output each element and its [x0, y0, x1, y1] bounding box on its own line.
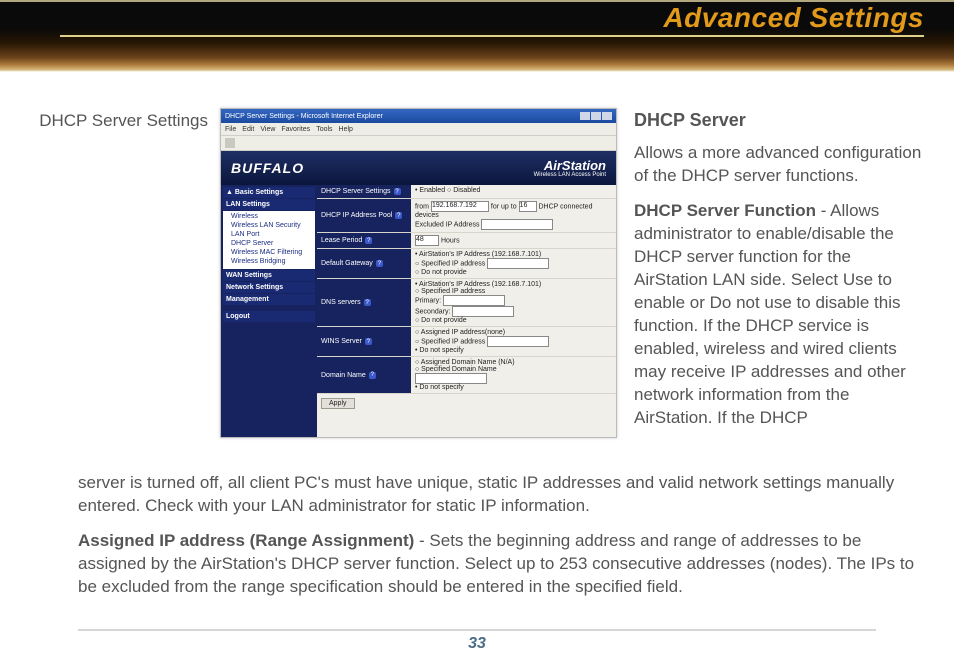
- max-icon[interactable]: [591, 112, 601, 120]
- close-icon[interactable]: [602, 112, 612, 120]
- window-titlebar: DHCP Server Settings - Microsoft Interne…: [221, 109, 616, 123]
- brand-logo: BUFFALO: [231, 160, 304, 176]
- wins-ip-input[interactable]: [487, 336, 549, 347]
- help-icon[interactable]: ?: [365, 237, 372, 244]
- paragraph-intro: Allows a more advanced con­figuration of…: [634, 142, 926, 188]
- row-wins-value[interactable]: ○ Assigned IP address(none) ○ Specified …: [411, 327, 616, 356]
- sidebar-basic[interactable]: ▲ Basic Settings: [223, 187, 315, 198]
- menubar: File Edit View Favorites Tools Help: [221, 123, 616, 136]
- help-icon[interactable]: ?: [365, 338, 372, 345]
- help-icon[interactable]: ?: [376, 260, 383, 267]
- menu-view[interactable]: View: [260, 126, 275, 133]
- row-pool-label: DHCP IP Address Pool?: [317, 199, 411, 232]
- dns-secondary-input[interactable]: [452, 306, 514, 317]
- product-sub: Wireless LAN Access Point: [534, 172, 606, 178]
- help-icon[interactable]: ?: [394, 188, 401, 195]
- row-lease-label: Lease Period?: [317, 233, 411, 248]
- toolbar-icon[interactable]: [225, 138, 235, 148]
- footer-rule: [78, 629, 876, 631]
- menu-tools[interactable]: Tools: [316, 126, 332, 133]
- row-lease-value: 48 Hours: [411, 233, 616, 248]
- app-body: ▲ Basic Settings LAN Settings Wireless W…: [221, 185, 616, 438]
- footer: 33: [0, 629, 954, 653]
- domain-input[interactable]: [415, 373, 487, 384]
- sidebar-item-dhcp-server[interactable]: DHCP Server: [223, 239, 315, 248]
- sidebar-wan-header[interactable]: WAN Settings: [223, 270, 315, 281]
- sidebar-item-wireless-bridging[interactable]: Wireless Bridging: [223, 257, 315, 266]
- page-title: Advanced Settings: [0, 2, 924, 34]
- window-title: DHCP Server Settings - Microsoft Interne…: [225, 113, 383, 120]
- screenshot: DHCP Server Settings - Microsoft Interne…: [220, 108, 617, 438]
- sidebar-mgmt-header[interactable]: Management: [223, 294, 315, 305]
- row-wins-label: WINS Server?: [317, 327, 411, 356]
- app-header: BUFFALO AirStation Wireless LAN Access P…: [221, 151, 616, 185]
- window-buttons[interactable]: [580, 112, 612, 120]
- sidebar-item-lan-port[interactable]: LAN Port: [223, 230, 315, 239]
- row-domain-label: Domain Name?: [317, 357, 411, 393]
- sidebar-logout[interactable]: Logout: [223, 311, 315, 322]
- lower-text: server is turned off, all client PC's mu…: [78, 472, 926, 611]
- sidebar-lan-header[interactable]: LAN Settings: [223, 199, 315, 210]
- toolbar: [221, 136, 616, 151]
- row-domain-value[interactable]: ○ Assigned Domain Name (N/A) ○ Specified…: [411, 357, 616, 393]
- pool-count-input[interactable]: 16: [519, 201, 537, 212]
- sidebar-lan-items: Wireless Wireless LAN Security LAN Port …: [223, 211, 315, 269]
- sidebar-item-wlan-security[interactable]: Wireless LAN Security: [223, 221, 315, 230]
- menu-favorites[interactable]: Favorites: [281, 126, 310, 133]
- main-panel: DHCP Server Settings? • Enabled ○ Disabl…: [317, 185, 616, 438]
- excluded-ip-input[interactable]: [481, 219, 553, 230]
- paragraph-fn-bottom: server is turned off, all client PC's mu…: [78, 472, 926, 518]
- row-pool-value: from 192.168.7.192 for up to 16 DHCP con…: [411, 199, 616, 232]
- header-band: Advanced Settings: [0, 0, 954, 72]
- content-area: DHCP Server Settings DHCP Server Setting…: [0, 72, 954, 612]
- section-heading: DHCP Server: [634, 108, 926, 132]
- gateway-ip-input[interactable]: [487, 258, 549, 269]
- row-dns-value[interactable]: • AirStation's IP Address (192.168.7.101…: [411, 279, 616, 326]
- apply-row: Apply: [321, 398, 612, 409]
- row-gateway-label: Default Gateway?: [317, 249, 411, 278]
- apply-button[interactable]: Apply: [321, 398, 355, 409]
- help-icon[interactable]: ?: [395, 212, 402, 219]
- row-dns-label: DNS servers?: [317, 279, 411, 326]
- pool-from-input[interactable]: 192.168.7.192: [431, 201, 489, 212]
- menu-help[interactable]: Help: [339, 126, 353, 133]
- sidebar: ▲ Basic Settings LAN Settings Wireless W…: [221, 185, 317, 438]
- page-number: 33: [0, 635, 954, 653]
- help-icon[interactable]: ?: [364, 299, 371, 306]
- menu-file[interactable]: File: [225, 126, 236, 133]
- title-underline: [60, 35, 924, 37]
- sidebar-net-header[interactable]: Network Settings: [223, 282, 315, 293]
- sidebar-item-mac-filtering[interactable]: Wireless MAC Filtering: [223, 248, 315, 257]
- dns-primary-input[interactable]: [443, 295, 505, 306]
- help-icon[interactable]: ?: [369, 372, 376, 379]
- product-block: AirStation Wireless LAN Access Point: [534, 159, 606, 178]
- paragraph-range: Assigned IP address (Range Assignment) -…: [78, 530, 926, 599]
- row-dhcp-fn-label: DHCP Server Settings?: [317, 185, 411, 198]
- figure-caption: DHCP Server Settings: [28, 110, 208, 131]
- right-text: DHCP Server Allows a more advanced con­f…: [634, 108, 926, 442]
- min-icon[interactable]: [580, 112, 590, 120]
- lease-input[interactable]: 48: [415, 235, 439, 246]
- paragraph-fn-top: DHCP Server Function - Al­lows administr…: [634, 200, 926, 429]
- row-dhcp-fn-value[interactable]: • Enabled ○ Disabled: [411, 185, 616, 198]
- sidebar-item-wireless[interactable]: Wireless: [223, 212, 315, 221]
- row-gateway-value[interactable]: • AirStation's IP Address (192.168.7.101…: [411, 249, 616, 278]
- product-name: AirStation: [534, 159, 606, 172]
- menu-edit[interactable]: Edit: [242, 126, 254, 133]
